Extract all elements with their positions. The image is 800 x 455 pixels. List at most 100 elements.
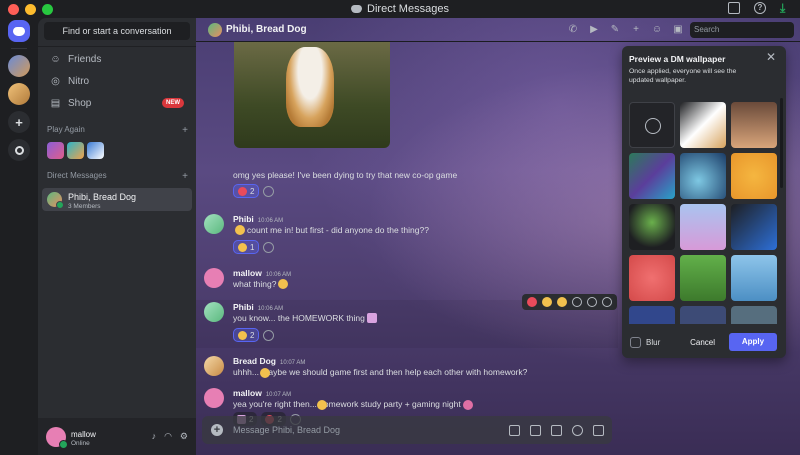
emoji-picker-icon[interactable] (572, 424, 583, 436)
close-icon[interactable]: ✕ (766, 50, 776, 64)
author-name[interactable]: Bread Dog 10:07 AM (233, 356, 305, 366)
avatar[interactable] (204, 356, 224, 376)
wallpaper-icon[interactable]: ▣ (672, 24, 684, 36)
sidebar-item-shop[interactable]: ▤ Shop NEW (44, 93, 190, 113)
wallpaper-option[interactable] (731, 102, 777, 148)
wallpaper-option[interactable] (680, 255, 726, 301)
discover-button[interactable] (8, 139, 30, 161)
author-name[interactable]: mallow 10:07 AM (233, 388, 291, 398)
message-text: uhhh... maybe we should game first and t… (233, 367, 528, 377)
help-icon[interactable]: ? (754, 2, 766, 14)
video-icon[interactable]: ▶ (588, 24, 600, 36)
author-name[interactable]: mallow 10:06 AM (233, 268, 291, 278)
wallpaper-option[interactable] (731, 204, 777, 250)
emoji-icon (317, 400, 327, 410)
add-reaction-icon[interactable] (572, 297, 582, 307)
message-text: omg yes please! I've been dying to try t… (233, 170, 458, 180)
call-icon[interactable]: ✆ (567, 24, 579, 36)
none-icon (645, 118, 661, 134)
search-input[interactable]: Search (690, 22, 794, 38)
apply-button[interactable]: Apply (729, 333, 777, 351)
avatar[interactable] (204, 214, 224, 234)
members-icon[interactable]: ☺ (651, 24, 663, 36)
wallpaper-option[interactable] (629, 255, 675, 301)
emoji-icon[interactable] (542, 297, 552, 307)
reaction-button[interactable]: 2 (233, 328, 260, 342)
reactions: 1 (233, 240, 275, 254)
wallpaper-none-option[interactable] (629, 102, 675, 148)
wallpaper-option[interactable] (731, 255, 777, 301)
message-text: you know... the HOMEWORK thing (233, 313, 379, 323)
download-icon[interactable]: ⤓ (780, 2, 792, 14)
inbox-icon[interactable] (728, 2, 740, 14)
emoji-icon (260, 368, 270, 378)
sticker-icon[interactable] (551, 424, 562, 436)
game-icon[interactable] (87, 142, 104, 159)
add-server-button[interactable]: + (8, 111, 30, 133)
recent-games (47, 142, 196, 159)
wallpaper-option[interactable] (680, 204, 726, 250)
author-name[interactable]: Phibi 10:06 AM (233, 302, 283, 312)
wallpaper-option[interactable] (680, 153, 726, 199)
author-name[interactable]: Phibi 10:06 AM (233, 214, 283, 224)
dm-item-group[interactable]: Phibi, Bread Dog 3 Members (42, 188, 192, 211)
avatar[interactable] (204, 388, 224, 408)
add-reaction-icon[interactable] (263, 241, 275, 253)
wallpaper-option[interactable] (680, 102, 726, 148)
pin-icon[interactable]: ✎ (609, 24, 621, 36)
home-button[interactable] (8, 20, 30, 42)
wallpaper-grid (629, 102, 777, 324)
avatar[interactable] (204, 268, 224, 288)
more-icon[interactable] (602, 297, 612, 307)
headset-icon[interactable]: ◠ (164, 431, 172, 442)
friends-icon: ☺ (50, 53, 61, 65)
gear-icon[interactable]: ⚙ (180, 431, 188, 442)
wallpaper-option[interactable] (629, 153, 675, 199)
cancel-button[interactable]: Cancel (690, 338, 715, 347)
play-again-header: Play Again + (47, 125, 188, 136)
reaction-button[interactable]: 2 (233, 184, 260, 198)
panel-scrollbar[interactable] (780, 98, 783, 188)
window-title: Direct Messages (0, 3, 800, 15)
add-icon[interactable]: + (182, 125, 188, 136)
apps-icon[interactable] (593, 424, 604, 436)
wallpaper-option[interactable] (731, 306, 777, 324)
panel-footer: Blur Cancel Apply (622, 326, 786, 358)
message-composer[interactable]: + Message Phibi, Bread Dog (202, 416, 612, 444)
gif-icon[interactable] (530, 424, 541, 436)
emoji-icon (278, 279, 289, 289)
game-icon[interactable] (67, 142, 84, 159)
avatar[interactable] (46, 426, 68, 449)
add-reaction-icon[interactable] (263, 329, 275, 341)
wallpaper-option[interactable] (629, 306, 675, 324)
reaction-button[interactable]: 1 (233, 240, 260, 254)
find-conversation-button[interactable]: Find or start a conversation (44, 22, 190, 40)
attach-plus-icon[interactable]: + (211, 424, 223, 436)
add-member-icon[interactable]: + (630, 24, 642, 36)
wallpaper-option[interactable] (731, 153, 777, 199)
emoji-icon (238, 242, 247, 252)
emoji-icon[interactable] (557, 297, 567, 307)
create-dm-icon[interactable]: + (182, 171, 188, 182)
message-input[interactable]: Message Phibi, Bread Dog (233, 425, 340, 435)
wallpaper-preview-panel: Preview a DM wallpaper Once applied, eve… (622, 46, 786, 358)
wallpaper-option[interactable] (629, 204, 675, 250)
add-reaction-icon[interactable] (263, 185, 275, 197)
gift-icon[interactable] (509, 424, 520, 436)
server-icon[interactable] (8, 55, 30, 77)
sidebar-item-friends[interactable]: ☺ Friends (44, 49, 190, 69)
wallpaper-option[interactable] (680, 306, 726, 324)
sidebar-item-label: Nitro (68, 75, 90, 87)
blur-checkbox[interactable] (630, 336, 641, 348)
avatar[interactable] (204, 302, 224, 322)
game-icon[interactable] (47, 142, 64, 159)
heart-emoji-icon[interactable] (527, 297, 537, 307)
sidebar-item-nitro[interactable]: ◎ Nitro (44, 71, 190, 91)
user-panel: mallow Online ♪ ◠ ⚙ (38, 418, 196, 455)
dm-name: Phibi, Bread Dog (68, 192, 137, 202)
attachment-image[interactable] (234, 42, 390, 148)
microphone-icon[interactable]: ♪ (152, 431, 157, 442)
reply-icon[interactable] (587, 297, 597, 307)
direct-messages-header: Direct Messages + (47, 171, 188, 182)
server-icon[interactable] (8, 83, 30, 105)
